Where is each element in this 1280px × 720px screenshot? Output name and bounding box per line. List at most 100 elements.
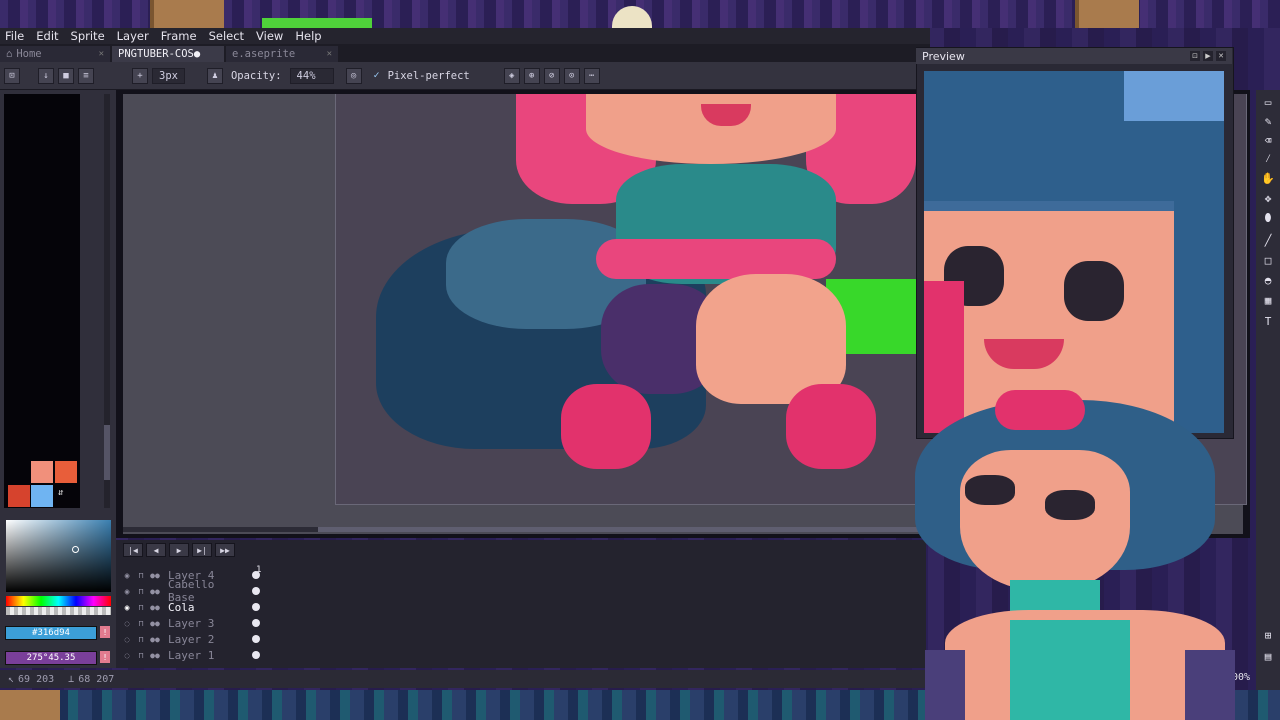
cel-dot[interactable]	[252, 603, 260, 611]
menu-sprite[interactable]: Sprite	[66, 29, 112, 43]
continuous-icon[interactable]: ●●	[148, 587, 162, 596]
tab-home[interactable]: ⌂ Home ✕	[0, 46, 110, 62]
continuous-icon[interactable]: ●●	[148, 635, 162, 644]
pixel-perfect-checkbox[interactable]: ✓	[374, 70, 380, 81]
palette-swatch[interactable]	[8, 485, 30, 507]
eraser-tool-icon[interactable]: ⌫	[1259, 132, 1277, 148]
cel-dot[interactable]	[252, 587, 260, 595]
alpha-slider[interactable]	[6, 607, 111, 615]
previous-frame-icon[interactable]: ◀	[146, 543, 166, 557]
next-frame-icon[interactable]: ▶|	[192, 543, 212, 557]
foreground-color-hex[interactable]: #316d94	[5, 626, 97, 640]
warning-icon[interactable]: !	[100, 651, 110, 663]
menu-file[interactable]: File	[0, 29, 31, 43]
first-frame-icon[interactable]: |◀	[123, 543, 143, 557]
hand-tool-icon[interactable]: ✋	[1259, 170, 1277, 186]
palette-swatch[interactable]	[55, 461, 77, 483]
preview-play-icon[interactable]: ▶	[1203, 51, 1213, 61]
preview-mode-icon[interactable]: ⊡	[1190, 51, 1200, 61]
last-frame-icon[interactable]: ▶▶	[215, 543, 235, 557]
visibility-eye-icon[interactable]: ◌	[120, 619, 134, 628]
continuous-icon[interactable]: ●●	[148, 571, 162, 580]
menu-frame[interactable]: Frame	[156, 29, 204, 43]
visibility-eye-icon[interactable]: ◉	[120, 603, 134, 612]
swap-colors-icon[interactable]: ⇵	[58, 488, 72, 502]
close-icon[interactable]: ✕	[327, 49, 332, 59]
arrow-down-icon[interactable]: ↓	[38, 67, 54, 84]
square-icon[interactable]: ■	[58, 67, 74, 84]
marquee-tool-icon[interactable]: ▭	[1259, 94, 1277, 110]
lock-icon[interactable]: ⊓	[134, 587, 148, 596]
close-icon[interactable]: ✕	[1216, 51, 1226, 61]
lock-icon[interactable]: ⊓	[134, 635, 148, 644]
palette-area[interactable]	[4, 94, 80, 508]
lock-icon[interactable]: ⊡	[4, 67, 20, 84]
dynamics-icon[interactable]: ◎	[345, 67, 362, 84]
lock-icon[interactable]: ⊓	[134, 651, 148, 660]
background-color-hsv[interactable]: 275°45.35	[5, 651, 97, 665]
layout-icon[interactable]: ▤	[1259, 648, 1277, 664]
pencil-tool-icon[interactable]: ✎	[1259, 113, 1277, 129]
menu-select[interactable]: Select	[204, 29, 251, 43]
horizontal-scroll-thumb[interactable]	[318, 527, 924, 532]
play-icon[interactable]: ▶	[169, 543, 189, 557]
layer-row[interactable]: ◌ ⊓ ●● Layer 1	[120, 647, 270, 663]
tab-pngtuber[interactable]: PNGTUBER-COS●	[112, 46, 224, 62]
move-tool-icon[interactable]: ✥	[1259, 190, 1277, 206]
tab-label: Home	[16, 48, 42, 60]
line-tool-icon[interactable]: ╱	[1259, 232, 1277, 248]
menu-layer[interactable]: Layer	[112, 29, 156, 43]
preview-titlebar[interactable]: Preview ⊡ ▶ ✕	[916, 48, 1232, 64]
cel-dot[interactable]	[252, 571, 260, 579]
symmetry-both-icon[interactable]: ⊙	[563, 67, 580, 84]
menu-help[interactable]: Help	[290, 29, 328, 43]
cel-dot[interactable]	[252, 619, 260, 627]
palette-swatch[interactable]	[31, 485, 53, 507]
layer-list: ◉ ⊓ ●● Layer 4 ◉ ⊓ ●● Cabello Base ◉ ⊓ ●…	[120, 563, 270, 663]
eyedropper-tool-icon[interactable]: ⁄	[1259, 151, 1277, 167]
menu-icon[interactable]: ≡	[78, 67, 94, 84]
lock-icon[interactable]: ⊓	[134, 571, 148, 580]
text-tool-icon[interactable]: T	[1259, 313, 1277, 329]
ink-icon[interactable]: ♟	[206, 67, 223, 84]
fill-tool-icon[interactable]: ⬮	[1259, 210, 1277, 226]
symmetry-vertical-icon[interactable]: ⊘	[543, 67, 560, 84]
continuous-icon[interactable]: ●●	[148, 603, 162, 612]
menu-view[interactable]: View	[251, 29, 290, 43]
symmetry-none-icon[interactable]: ◈	[503, 67, 520, 84]
more-options-icon[interactable]: ⋯	[583, 67, 600, 84]
color-picker-cursor[interactable]	[72, 546, 79, 553]
visibility-eye-icon[interactable]: ◉	[120, 571, 134, 580]
opacity-field[interactable]: 44%	[289, 67, 334, 84]
layer-name: Cola	[168, 600, 195, 614]
color-picker-square[interactable]	[6, 520, 111, 592]
menu-edit[interactable]: Edit	[31, 29, 65, 43]
document-tabs: ⌂ Home ✕ PNGTUBER-COS● e.aseprite ✕	[0, 44, 930, 62]
warning-icon[interactable]: !	[100, 626, 110, 638]
visibility-eye-icon[interactable]: ◉	[120, 587, 134, 596]
blur-tool-icon[interactable]: ▦	[1259, 292, 1277, 308]
contour-tool-icon[interactable]: ◓	[1259, 272, 1277, 288]
tab-e-aseprite[interactable]: e.aseprite ✕	[226, 46, 338, 62]
lock-icon[interactable]: ⊓	[134, 619, 148, 628]
palette-swatch[interactable]	[31, 461, 53, 483]
cel-dot[interactable]	[252, 651, 260, 659]
visibility-eye-icon[interactable]: ◌	[120, 651, 134, 660]
close-icon[interactable]: ✕	[99, 49, 104, 59]
lock-icon[interactable]: ⊓	[134, 603, 148, 612]
layer-row[interactable]: ◉ ⊓ ●● Cabello Base	[120, 578, 270, 604]
continuous-icon[interactable]: ●●	[148, 651, 162, 660]
timeline-toggle-icon[interactable]: ⊞	[1259, 627, 1277, 643]
palette-scroll-thumb[interactable]	[104, 425, 110, 480]
rectangle-tool-icon[interactable]: □	[1259, 252, 1277, 268]
hue-slider[interactable]	[6, 596, 111, 606]
layer-row[interactable]: ◌ ⊓ ●● Layer 3	[120, 615, 270, 631]
cel-dot[interactable]	[252, 635, 260, 643]
layer-row[interactable]: ◌ ⊓ ●● Layer 2	[120, 631, 270, 647]
visibility-eye-icon[interactable]: ◌	[120, 635, 134, 644]
continuous-icon[interactable]: ●●	[148, 619, 162, 628]
layer-row-active[interactable]: ◉ ⊓ ●● Cola	[120, 599, 270, 615]
symmetry-horizontal-icon[interactable]: ⊕	[523, 67, 540, 84]
brush-type-icon[interactable]: +	[132, 67, 148, 84]
brush-size-field[interactable]: 3px	[152, 67, 185, 84]
